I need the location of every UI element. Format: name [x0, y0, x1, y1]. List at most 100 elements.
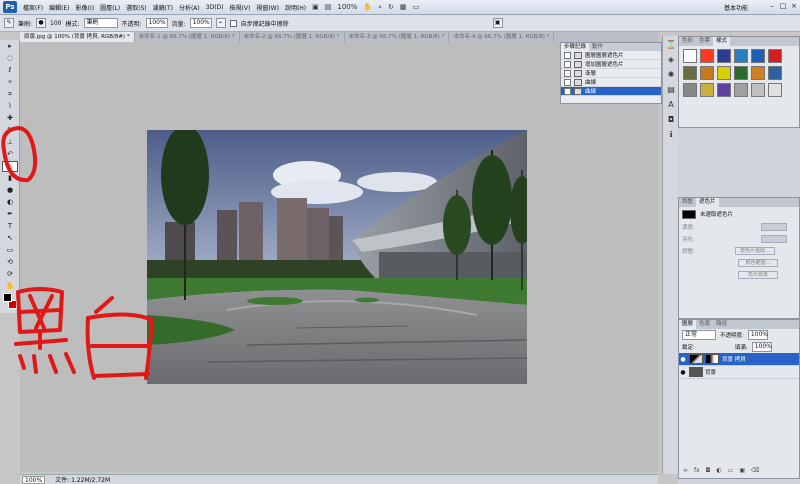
- color-range-button[interactable]: 顏色範圍...: [738, 259, 778, 267]
- menu-image[interactable]: 影像(I): [76, 3, 94, 12]
- invert-button[interactable]: 負片效果: [738, 271, 778, 279]
- navigator-icon[interactable]: ◈: [665, 54, 677, 66]
- history-row[interactable]: 曲線: [561, 78, 661, 87]
- fx-icon[interactable]: fx: [694, 467, 700, 474]
- tab-paths[interactable]: 路徑: [713, 320, 730, 329]
- tab-color[interactable]: 色彩: [679, 37, 696, 46]
- status-zoom-field[interactable]: 100%: [22, 475, 46, 484]
- style-swatch[interactable]: [768, 49, 782, 63]
- mode-select[interactable]: 筆刷: [83, 18, 118, 28]
- menu-help[interactable]: 說明(H): [285, 3, 306, 12]
- menu-edit[interactable]: 編輯(E): [49, 3, 69, 12]
- restore-button[interactable]: □: [779, 1, 787, 11]
- menu-analysis[interactable]: 分析(A): [179, 3, 200, 12]
- marquee-tool-icon[interactable]: ◌: [2, 53, 18, 64]
- eraser-tool-icon[interactable]: ◇: [2, 161, 18, 172]
- doc-tab-untitled-2[interactable]: 未命名-2 @ 66.7% (圖層 1, RGB/8) *: [240, 32, 345, 42]
- style-swatch[interactable]: [751, 83, 765, 97]
- document-image[interactable]: [147, 130, 527, 384]
- minimize-button[interactable]: –: [768, 1, 776, 11]
- density-field[interactable]: [760, 223, 787, 231]
- crop-tool-icon[interactable]: ⌗: [2, 89, 18, 100]
- style-swatch[interactable]: [700, 83, 714, 97]
- workspace-switcher[interactable]: 基本功能: [724, 3, 748, 12]
- tab-layers[interactable]: 圖層: [679, 320, 697, 329]
- airbrush-icon[interactable]: ⌁: [215, 18, 226, 28]
- history-brush-tool-icon[interactable]: ↶: [2, 149, 18, 160]
- quick-select-tool-icon[interactable]: ✧: [2, 77, 18, 88]
- erase-history-checkbox[interactable]: [229, 19, 237, 27]
- link-icon[interactable]: ∞: [683, 467, 688, 474]
- history-row-active[interactable]: 曲線: [561, 87, 661, 96]
- eye-icon[interactable]: ●: [679, 369, 687, 376]
- history-row[interactable]: 漸層: [561, 69, 661, 78]
- brush-tool-icon[interactable]: ✎: [2, 125, 18, 136]
- tab-adjustments[interactable]: 調整: [679, 198, 696, 207]
- hand-tool-icon[interactable]: ✋: [2, 281, 18, 292]
- doc-tab-untitled-1[interactable]: 未命名-1 @ 66.7% (圖層 1, RGB/8) *: [135, 32, 240, 42]
- dodge-tool-icon[interactable]: ◐: [2, 197, 18, 208]
- eye-icon[interactable]: ●: [679, 356, 687, 363]
- tab-actions[interactable]: 動作: [589, 43, 606, 51]
- menu-view[interactable]: 檢視(V): [230, 3, 251, 12]
- gradient-tool-icon[interactable]: ▮: [2, 173, 18, 184]
- feather-field[interactable]: [760, 235, 787, 243]
- hand-icon[interactable]: ✋: [363, 3, 372, 11]
- layer-opacity-field[interactable]: 100%: [747, 330, 768, 340]
- style-swatch[interactable]: [768, 83, 782, 97]
- tab-history[interactable]: 步驟記錄: [561, 43, 590, 51]
- move-tool-icon[interactable]: ▸: [2, 41, 18, 52]
- menu-window[interactable]: 視窗(W): [256, 3, 279, 12]
- style-swatch[interactable]: [700, 49, 714, 63]
- mini-bridge-icon[interactable]: ▤: [325, 3, 332, 11]
- tablet-pressure-icon[interactable]: ▣: [492, 18, 503, 28]
- new-layer-icon[interactable]: ▣: [739, 467, 745, 474]
- clone-stamp-tool-icon[interactable]: ⊥: [2, 137, 18, 148]
- style-swatch[interactable]: [734, 49, 748, 63]
- arrange-icon[interactable]: ▦: [400, 3, 407, 11]
- tab-channels[interactable]: 色版: [696, 320, 713, 329]
- lasso-tool-icon[interactable]: ℓ: [2, 65, 18, 76]
- 3d-rotate-tool-icon[interactable]: ⟲: [2, 257, 18, 268]
- type-tool-icon[interactable]: T: [2, 221, 18, 232]
- tab-styles[interactable]: 樣式: [713, 37, 731, 46]
- menu-select[interactable]: 選取(S): [126, 3, 147, 12]
- tab-swatches[interactable]: 色票: [696, 37, 713, 46]
- group-icon[interactable]: ▭: [728, 467, 734, 474]
- healing-tool-icon[interactable]: ✚: [2, 113, 18, 124]
- fill-field[interactable]: 100%: [751, 342, 772, 352]
- doc-tab-original[interactable]: 原版.jpg @ 100% (背景 拷貝, RGB/8#) *: [20, 32, 135, 42]
- style-swatch[interactable]: [751, 66, 765, 80]
- history-row[interactable]: 增加圖層遮色片: [561, 60, 661, 69]
- shape-tool-icon[interactable]: ▭: [2, 245, 18, 256]
- trash-icon[interactable]: ⌫: [751, 467, 759, 474]
- bridge-icon[interactable]: ▣: [312, 3, 319, 11]
- style-swatch[interactable]: [734, 83, 748, 97]
- style-swatch[interactable]: [683, 66, 697, 80]
- path-select-tool-icon[interactable]: ↖: [2, 233, 18, 244]
- style-swatch[interactable]: [734, 66, 748, 80]
- blur-tool-icon[interactable]: ●: [2, 185, 18, 196]
- brush-panel-icon[interactable]: ✺: [665, 69, 677, 81]
- flow-field[interactable]: 100%: [189, 18, 212, 28]
- style-swatch[interactable]: [751, 49, 765, 63]
- menu-3d[interactable]: 3D(D): [206, 4, 224, 11]
- doc-tab-untitled-3[interactable]: 未命名-3 @ 66.7% (圖層 1, RGB/8) *: [345, 32, 450, 42]
- style-swatch[interactable]: [683, 49, 697, 63]
- menu-file[interactable]: 檔案(F): [23, 3, 43, 12]
- character-panel-icon[interactable]: A: [665, 99, 677, 111]
- layer-mask-thumb[interactable]: [705, 354, 719, 364]
- eraser-preset-icon[interactable]: ✎: [4, 18, 14, 28]
- info-panel-icon[interactable]: ℹ: [665, 129, 677, 141]
- adjustment-icon[interactable]: ◐: [716, 467, 721, 474]
- brush-picker[interactable]: ●: [36, 18, 47, 28]
- rotate-icon[interactable]: ↻: [388, 3, 394, 11]
- 3d-orbit-tool-icon[interactable]: ⟳: [2, 269, 18, 280]
- camera-panel-icon[interactable]: ◘: [665, 114, 677, 126]
- foreground-color-swatch[interactable]: [3, 293, 12, 302]
- style-swatch[interactable]: [683, 83, 697, 97]
- zoom-level[interactable]: 100%: [337, 3, 357, 11]
- menu-filter[interactable]: 濾鏡(T): [153, 3, 173, 12]
- style-swatch[interactable]: [717, 66, 731, 80]
- history-panel-icon[interactable]: ⌛: [665, 39, 677, 51]
